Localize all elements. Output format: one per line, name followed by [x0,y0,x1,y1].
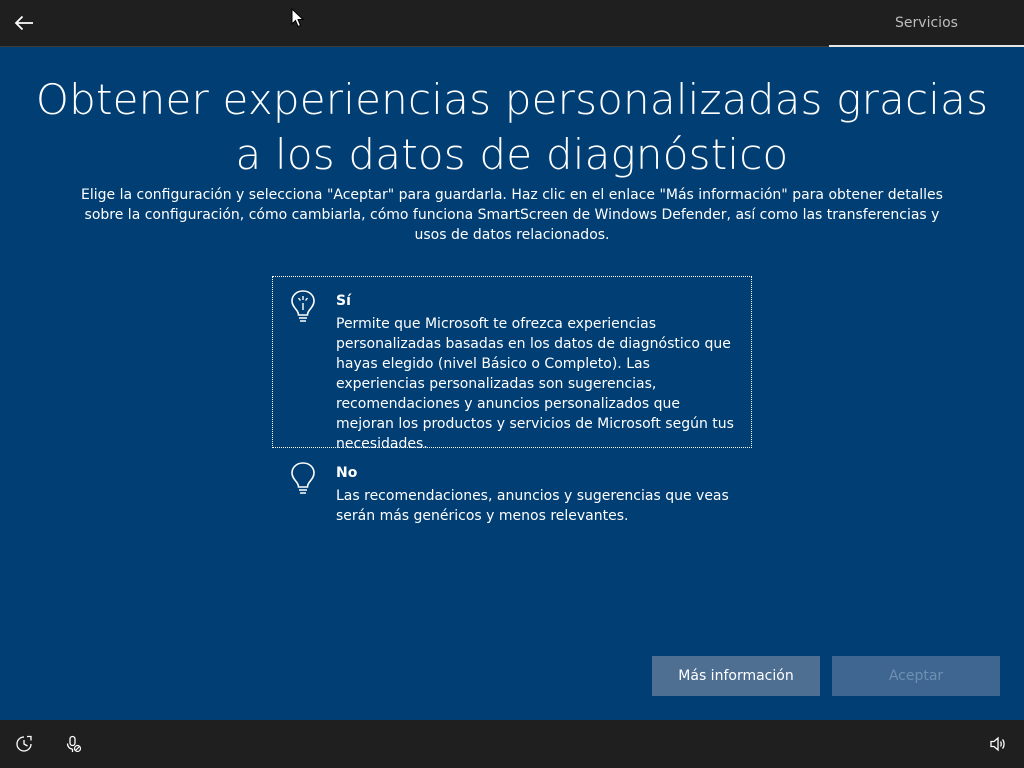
microphone-off-icon [66,735,82,753]
microphone-button[interactable] [61,732,85,756]
top-bar: Servicios [0,0,1024,47]
tab-servicios[interactable]: Servicios [829,0,1024,46]
option-yes-title: Sí [336,293,351,309]
volume-icon [990,736,1005,752]
back-button[interactable] [6,6,42,40]
lightbulb-on-icon [291,290,315,322]
ease-of-access-icon [16,735,32,752]
option-no[interactable]: No Las recomendaciones, anuncios y suger… [272,448,752,538]
option-yes[interactable]: Sí Permite que Microsoft te ofrezca expe… [272,276,752,452]
accept-button[interactable]: Aceptar [832,656,1000,696]
ease-of-access-button[interactable] [12,732,36,756]
option-no-description: Las recomendaciones, anuncios y sugerenc… [336,488,729,524]
accept-label: Aceptar [888,668,944,684]
lightbulb-off-icon [291,462,315,494]
option-yes-description: Permite que Microsoft te ofrezca experie… [336,316,734,452]
more-info-button[interactable]: Más información [652,656,820,696]
back-arrow-icon [14,15,33,31]
page-description: Elige la configuración y selecciona "Ace… [81,187,943,243]
tab-active-indicator [829,45,1024,47]
volume-button[interactable] [986,732,1010,756]
bottom-bar [0,720,1024,768]
option-no-title: No [336,465,358,481]
mouse-cursor-icon [291,8,305,28]
tab-label: Servicios [895,15,958,31]
page-title: Obtener experiencias personalizadas grac… [35,75,989,179]
more-info-label: Más información [678,668,794,684]
